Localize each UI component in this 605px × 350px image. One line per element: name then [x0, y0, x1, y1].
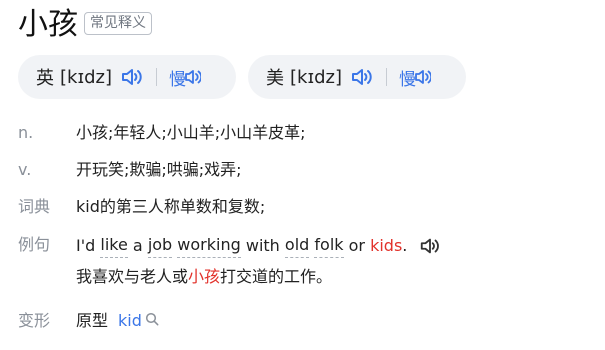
slow-label: 慢 [169, 70, 187, 90]
pronunciation-uk: 英 [kɪdz] 慢 [18, 55, 236, 99]
phonetic-us: [kɪdz] [290, 66, 343, 88]
example-zh-highlight: 小孩 [188, 267, 221, 286]
pronunciation-us: 美 [kɪdz] 慢 [248, 55, 466, 99]
example-row: 例句 I'd like a job working with old folk … [18, 234, 441, 288]
slow-play-icon [415, 70, 432, 84]
base-form-link[interactable]: kid [118, 310, 142, 332]
definition-text: kid的第三人称单数和复数; [76, 197, 266, 216]
example-label: 例句 [18, 235, 51, 254]
example-word: a [132, 236, 143, 255]
example-word: I'd [76, 236, 96, 255]
phonetic-uk: [kɪdz] [60, 66, 113, 88]
forms-label: 变形 [18, 311, 51, 330]
definition-text: 开玩笑;欺骗;哄骗;戏弄; [76, 160, 242, 179]
word-title: 小孩 [18, 7, 78, 42]
pos-label: v. [18, 160, 32, 179]
divider [156, 68, 158, 86]
pos-label: n. [18, 123, 34, 142]
divider [386, 68, 388, 86]
common-meaning-badge: 常见释义 [84, 12, 152, 35]
region-label-us: 美 [266, 68, 284, 89]
word-forms-row: 变形 原型 kid [18, 310, 159, 332]
speaker-icon[interactable] [350, 65, 374, 89]
example-content: I'd like a job working with old folk or … [76, 234, 441, 288]
region-label-uk: 英 [36, 68, 54, 89]
pos-label: 词典 [18, 197, 51, 216]
slow-play-button[interactable]: 慢 [399, 64, 432, 90]
example-word[interactable]: folk [314, 234, 344, 258]
example-zh-after: 打交道的工作。 [220, 267, 333, 286]
example-word[interactable]: old [284, 234, 310, 258]
search-icon[interactable] [145, 310, 159, 332]
definition-row: n. 小孩;年轻人;小山羊;小山羊皮革; [18, 122, 306, 144]
definition-text: 小孩;年轻人;小山羊;小山羊皮革; [76, 123, 306, 142]
slow-play-icon [185, 70, 202, 84]
example-zh-before: 我喜欢与老人或 [76, 267, 189, 286]
slow-label: 慢 [399, 70, 417, 90]
example-word[interactable]: like [100, 234, 128, 258]
speaker-icon[interactable] [419, 235, 441, 257]
form-type: 原型 [76, 311, 109, 330]
example-highlight-word: kids [370, 236, 403, 255]
definition-row: v. 开玩笑;欺骗;哄骗;戏弄; [18, 159, 242, 181]
speaker-icon[interactable] [120, 65, 144, 89]
example-end-punct: . [402, 236, 408, 255]
definition-row: 词典 kid的第三人称单数和复数; [18, 196, 265, 218]
example-word[interactable]: job [147, 234, 173, 258]
example-chinese: 我喜欢与老人或小孩打交道的工作。 [76, 266, 441, 288]
slow-play-button[interactable]: 慢 [169, 64, 202, 90]
example-word: with [245, 236, 280, 255]
example-english: I'd like a job working with old folk or … [76, 234, 441, 258]
example-word[interactable]: working [177, 234, 241, 258]
example-word: or [348, 236, 365, 255]
